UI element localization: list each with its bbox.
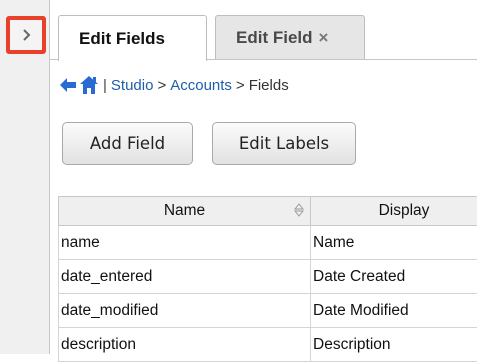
field-name-cell[interactable]: date_entered [59, 260, 311, 294]
field-display-cell: Name [311, 226, 477, 260]
sidebar-expand-button[interactable] [6, 16, 46, 54]
field-name-cell[interactable]: name [59, 226, 311, 260]
tab-label: Edit Field [236, 28, 313, 48]
breadcrumb: | Studio > Accounts > Fields [58, 68, 289, 102]
fields-table: Name Display name Name date_entered Date… [58, 196, 477, 362]
sidebar [0, 0, 50, 354]
tab-label: Edit Fields [79, 29, 165, 49]
breadcrumb-current: Fields [249, 77, 289, 94]
table-row[interactable]: name Name [59, 226, 477, 260]
tab-edit-field[interactable]: Edit Field × [215, 15, 365, 60]
chevron-right-icon [21, 28, 31, 42]
close-icon[interactable]: × [319, 28, 329, 48]
column-header-label: Name [164, 202, 205, 219]
table-row[interactable]: date_entered Date Created [59, 260, 477, 294]
table-header-row: Name Display [59, 197, 477, 226]
home-icon[interactable] [78, 74, 100, 96]
table-row[interactable]: description Description [59, 328, 477, 362]
field-display-cell: Date Modified [311, 294, 477, 328]
column-header-display[interactable]: Display [311, 197, 477, 226]
breadcrumb-separator: | [103, 77, 107, 94]
tab-strip: Edit Fields Edit Field × [50, 0, 477, 60]
table-row[interactable]: date_modified Date Modified [59, 294, 477, 328]
breadcrumb-arrow: > [157, 77, 166, 94]
add-field-button[interactable]: Add Field [62, 122, 193, 165]
breadcrumb-studio-link[interactable]: Studio [111, 77, 154, 94]
back-arrow-icon[interactable] [58, 76, 78, 94]
field-name-cell[interactable]: date_modified [59, 294, 311, 328]
sort-icon[interactable] [294, 202, 304, 218]
nav-icons [58, 74, 100, 96]
column-header-label: Display [379, 202, 430, 219]
field-display-cell: Description [311, 328, 477, 362]
breadcrumb-arrow: > [236, 77, 245, 94]
column-header-name[interactable]: Name [59, 197, 311, 226]
field-display-cell: Date Created [311, 260, 477, 294]
edit-labels-button[interactable]: Edit Labels [212, 122, 356, 165]
breadcrumb-accounts-link[interactable]: Accounts [170, 77, 232, 94]
field-name-cell[interactable]: description [59, 328, 311, 362]
tab-edit-fields[interactable]: Edit Fields [58, 15, 207, 61]
